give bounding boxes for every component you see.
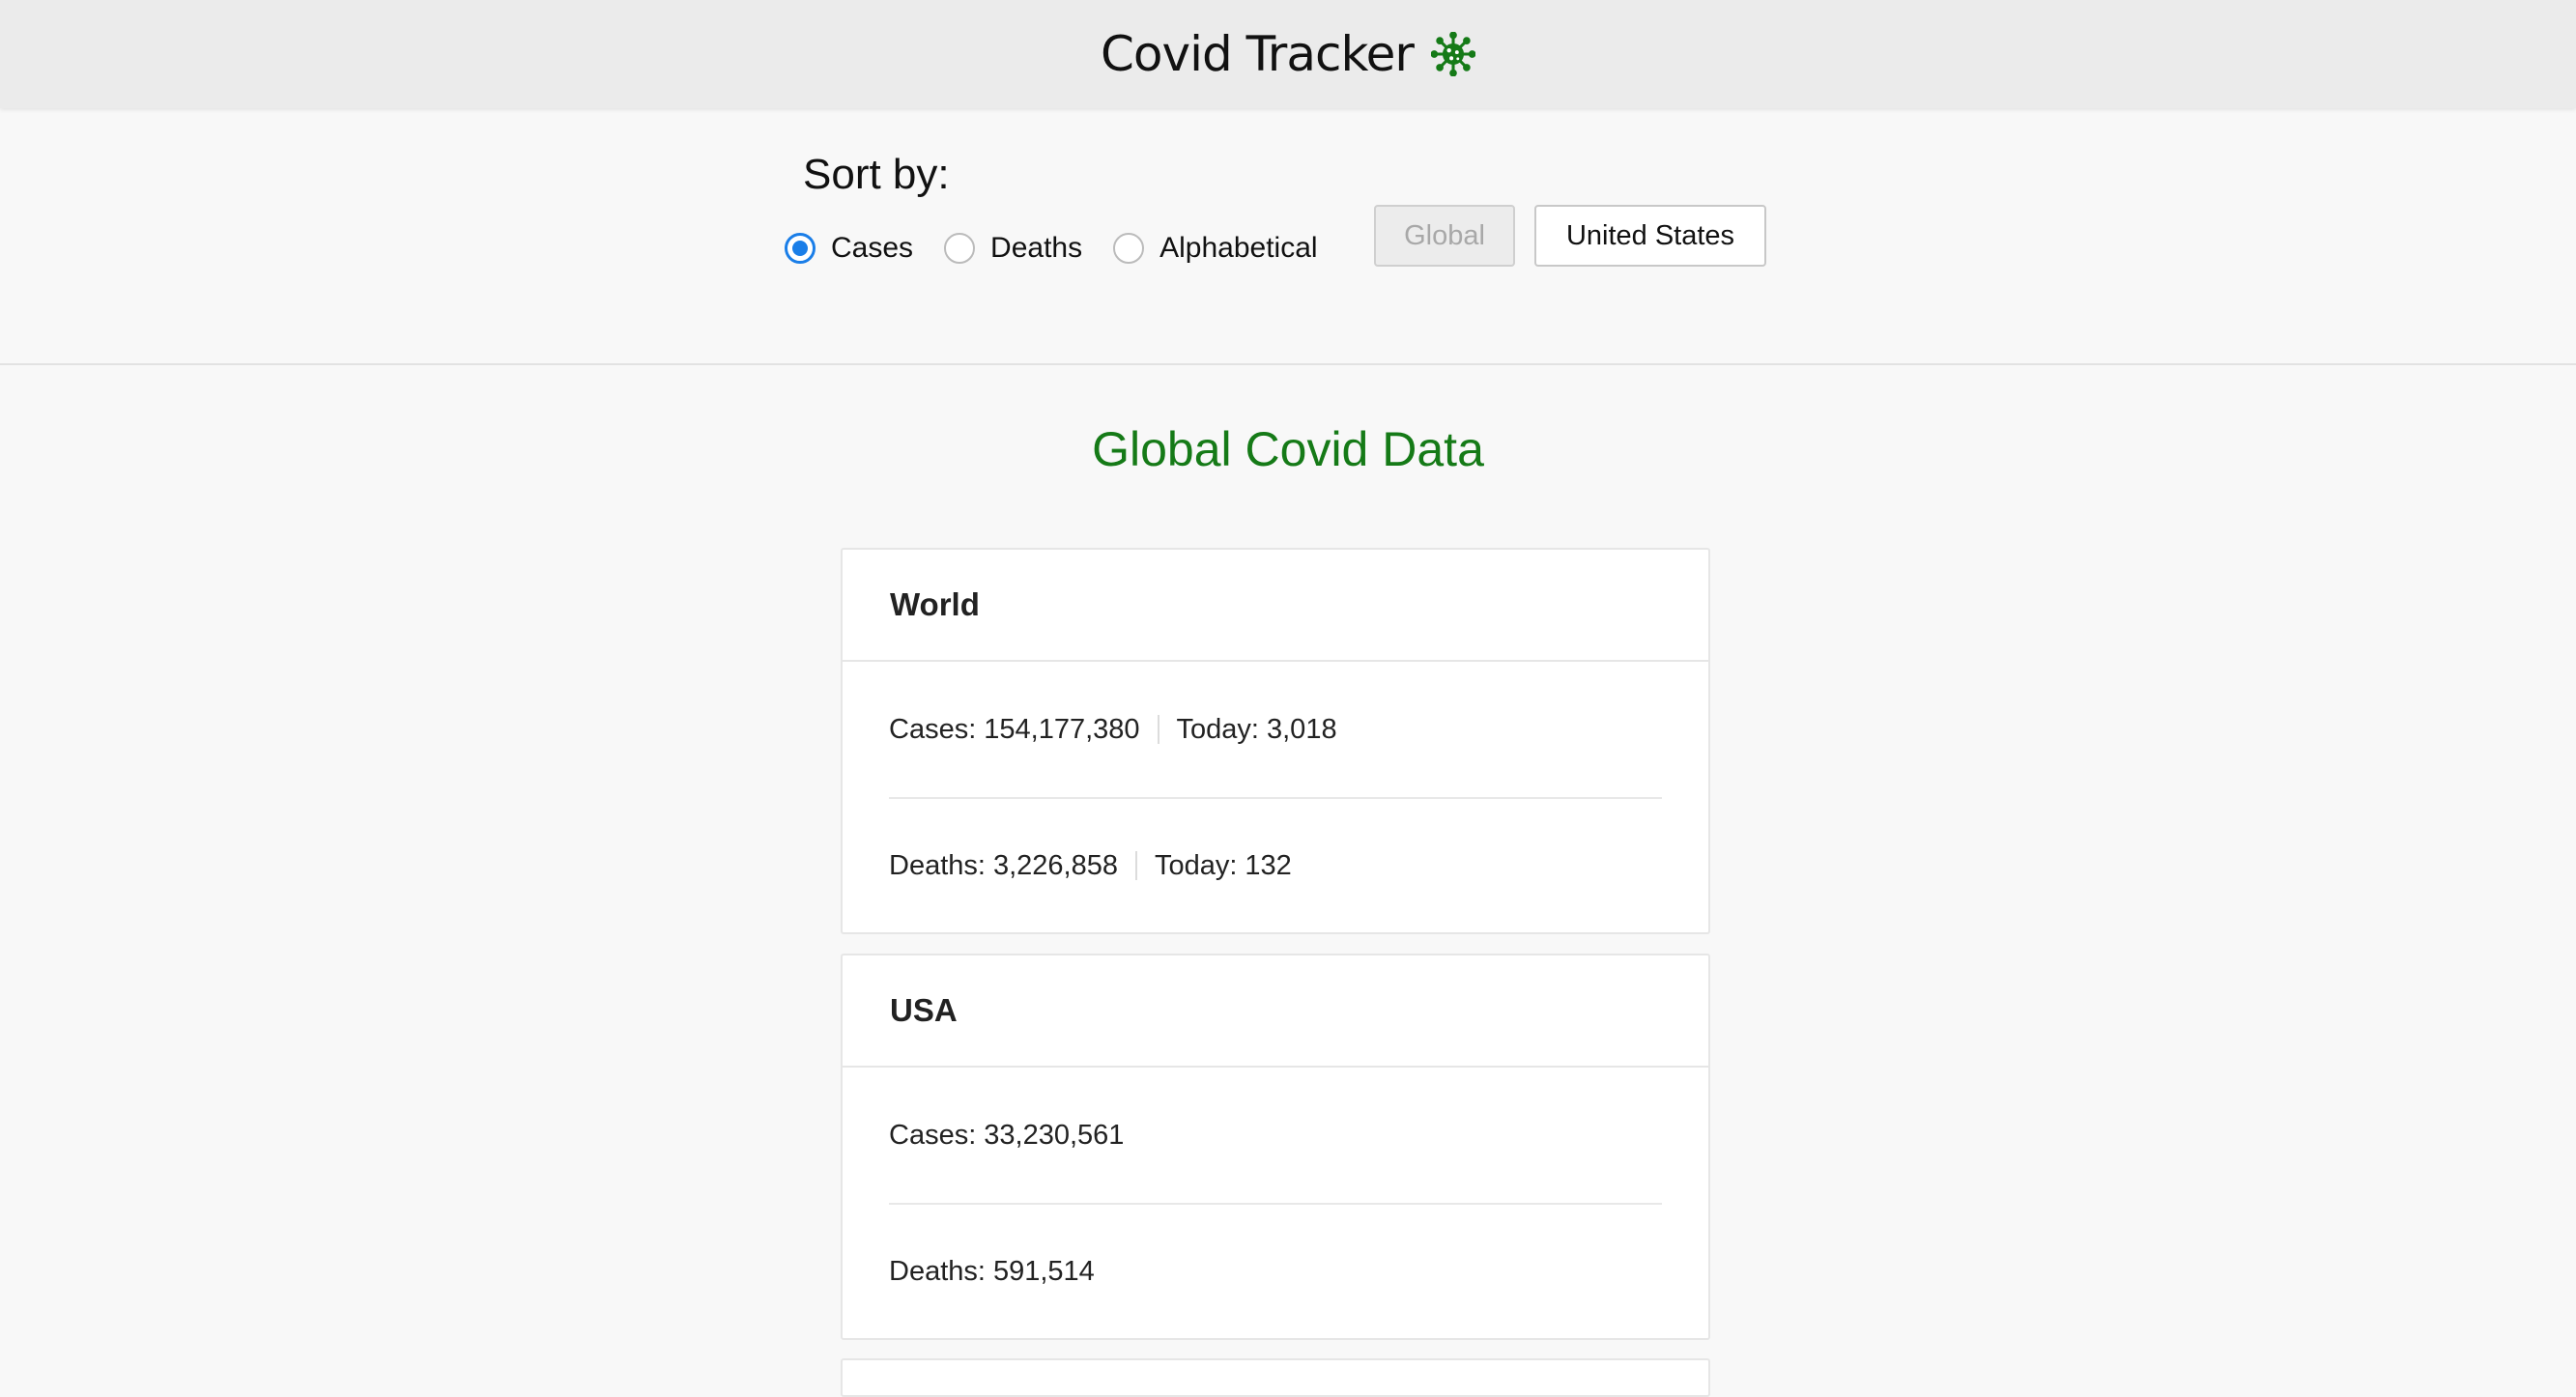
radio-label-alphabetical: Alphabetical	[1159, 232, 1318, 264]
radio-button-alphabetical[interactable]	[1113, 233, 1145, 264]
stat-divider	[1134, 851, 1137, 880]
cases-value: 33,230,561	[984, 1119, 1125, 1151]
deaths-label: Deaths:	[889, 1255, 986, 1287]
cases-value: 154,177,380	[984, 713, 1140, 745]
radio-button-cases[interactable]	[785, 233, 816, 264]
card-body: Cases: 154,177,380 Today: 3,018 Deaths: …	[843, 662, 1708, 932]
sort-option-cases[interactable]: Cases	[785, 232, 913, 265]
app-title: Covid Tracker	[1101, 26, 1415, 82]
cases-label: Cases:	[889, 1119, 977, 1151]
cases-today-label: Today:	[1176, 713, 1259, 745]
sort-label: Sort by:	[803, 151, 950, 198]
deaths-today-value: 132	[1245, 849, 1292, 881]
virus-icon	[1431, 32, 1475, 76]
united-states-button[interactable]: United States	[1534, 205, 1766, 267]
sort-radio-group: Cases Deaths Alphabetical	[785, 232, 1349, 265]
country-card-next	[841, 1358, 1710, 1397]
deaths-value: 591,514	[992, 1255, 1095, 1287]
app-header: Covid Tracker	[0, 0, 2576, 108]
deaths-row: Deaths: 591,514	[889, 1203, 1662, 1338]
card-body: Cases: 33,230,561 Deaths: 591,514	[843, 1068, 1708, 1338]
cases-row: Cases: 33,230,561	[889, 1068, 1662, 1203]
cases-row: Cases: 154,177,380 Today: 3,018	[889, 662, 1662, 797]
card-title: World	[843, 550, 1708, 662]
deaths-today-label: Today:	[1154, 849, 1238, 881]
sort-option-alphabetical[interactable]: Alphabetical	[1113, 232, 1318, 265]
global-button[interactable]: Global	[1374, 205, 1515, 267]
country-card-usa: USA Cases: 33,230,561 Deaths: 591,514	[841, 954, 1710, 1340]
deaths-row: Deaths: 3,226,858 Today: 132	[889, 797, 1662, 932]
controls-panel: Sort by: Cases Deaths Alphabetical Globa…	[0, 108, 2576, 365]
sort-option-deaths[interactable]: Deaths	[944, 232, 1082, 265]
radio-label-cases: Cases	[831, 232, 914, 264]
section-title: Global Covid Data	[1092, 422, 1484, 476]
cases-label: Cases:	[889, 713, 977, 745]
radio-button-deaths[interactable]	[944, 233, 976, 264]
deaths-value: 3,226,858	[992, 849, 1118, 881]
card-title: USA	[843, 955, 1708, 1068]
radio-label-deaths: Deaths	[990, 232, 1083, 264]
cases-today-value: 3,018	[1267, 713, 1337, 745]
country-card-world: World Cases: 154,177,380 Today: 3,018 De…	[841, 548, 1710, 934]
deaths-label: Deaths:	[889, 849, 986, 881]
stat-divider	[1157, 715, 1159, 744]
